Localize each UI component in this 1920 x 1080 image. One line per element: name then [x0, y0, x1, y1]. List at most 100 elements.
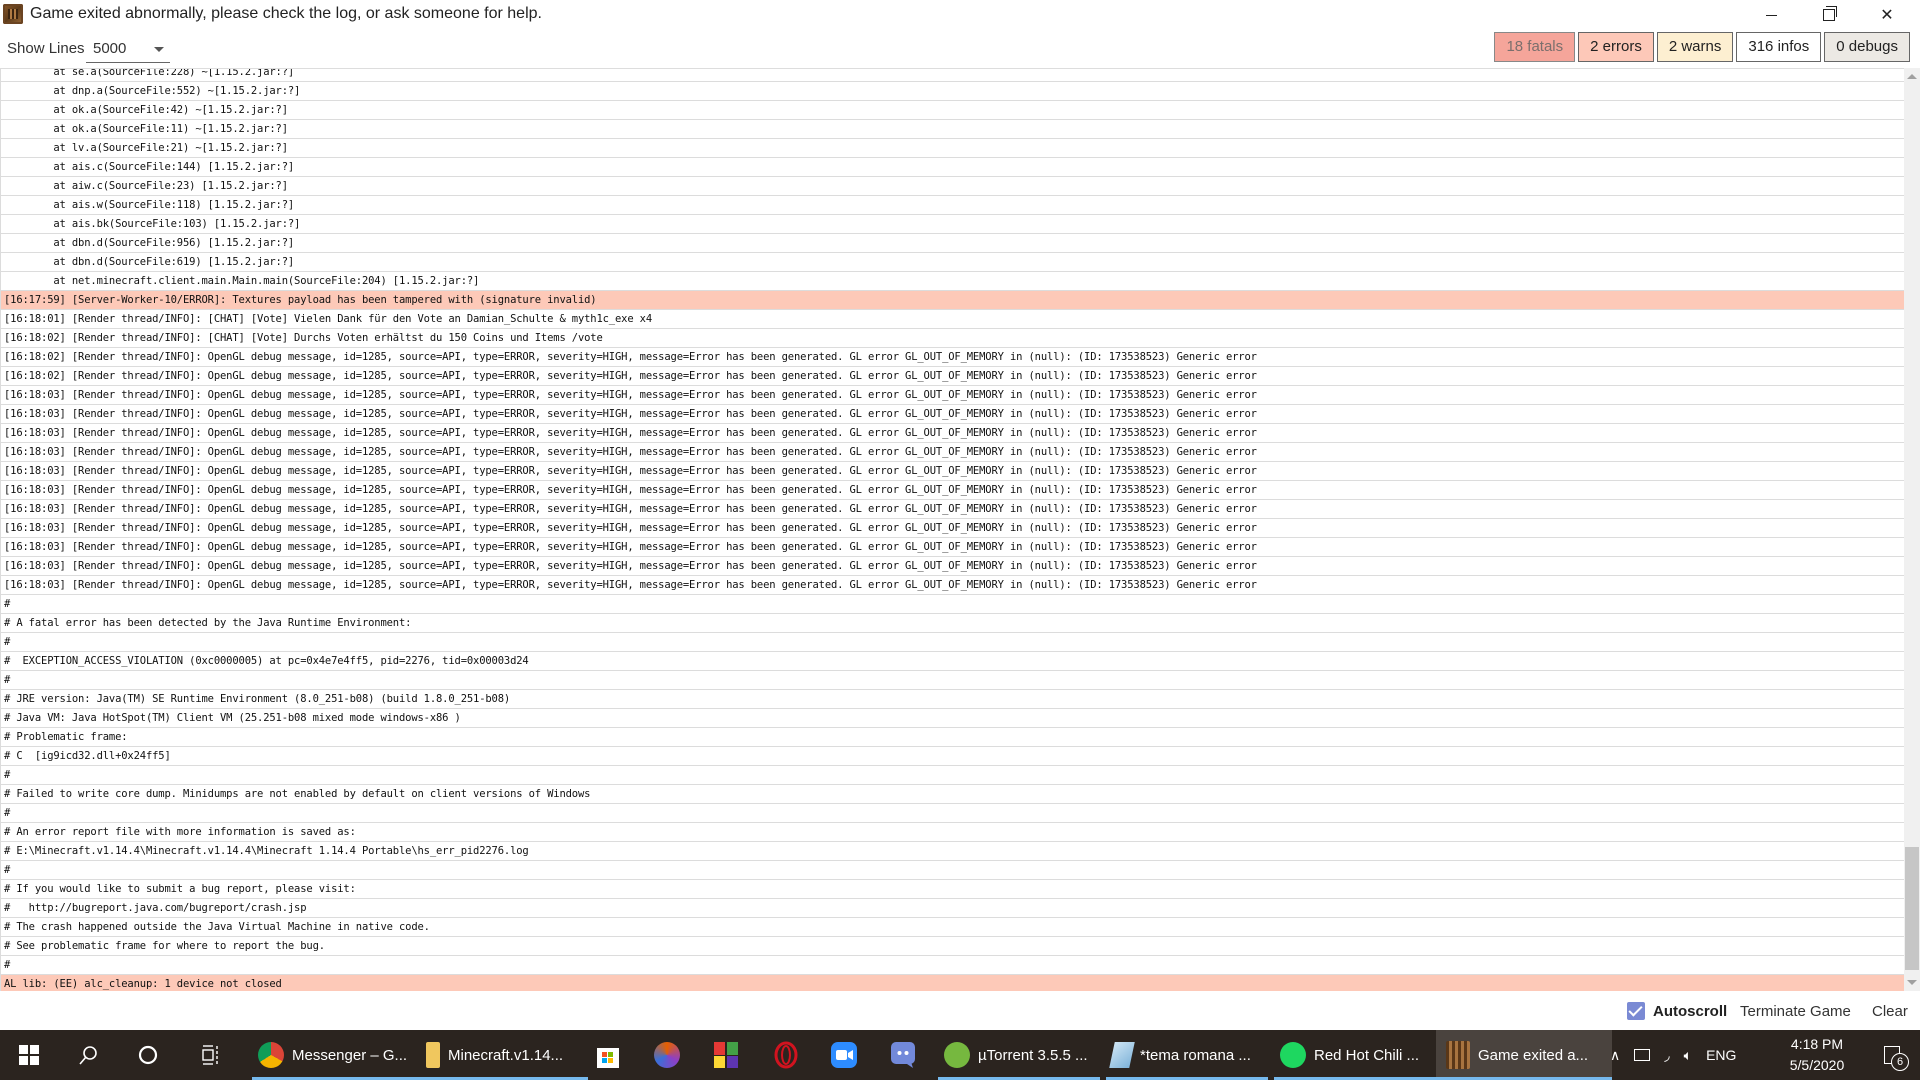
taskbar-app-spotify[interactable]: Red Hot Chili ... — [1274, 1030, 1436, 1080]
taskbar-app-minecraft-folder[interactable]: Minecraft.v1.14... — [420, 1030, 588, 1080]
task-view-button[interactable] — [186, 1030, 234, 1080]
log-line: # An error report file with more informa… — [0, 823, 1904, 842]
minimize-button[interactable] — [1748, 0, 1794, 30]
log-line: at ais.c(SourceFile:144) [1.15.2.jar:?] — [0, 158, 1904, 177]
close-button[interactable]: ✕ — [1864, 0, 1910, 30]
restore-icon — [1823, 6, 1837, 21]
scrollbar-thumb[interactable] — [1905, 847, 1919, 970]
show-hidden-icons-chevron-icon[interactable]: ∧ — [1610, 1047, 1620, 1064]
log-line: # — [0, 804, 1904, 823]
taskbar-discord[interactable] — [879, 1030, 927, 1080]
windows-taskbar: Messenger – G... Minecraft.v1.14... µTor… — [0, 1030, 1920, 1080]
wifi-icon[interactable]: ◞ — [1664, 1047, 1669, 1064]
taskbar-firefox-like-browser[interactable] — [643, 1030, 691, 1080]
log-line: at dbn.d(SourceFile:619) [1.15.2.jar:?] — [0, 253, 1904, 272]
taskbar-app-label: Minecraft.v1.14... — [448, 1046, 564, 1064]
show-lines-label: Show Lines — [7, 40, 85, 57]
log-line: at se.a(SourceFile:228) ~[1.15.2.jar:?] — [0, 69, 1904, 82]
errors-filter-button[interactable]: 2 errors — [1578, 32, 1654, 62]
browser-icon — [654, 1042, 680, 1068]
autoscroll-label: Autoscroll — [1653, 1002, 1728, 1020]
log-line: [16:18:03] [Render thread/INFO]: OpenGL … — [0, 386, 1904, 405]
log-line: at dbn.d(SourceFile:956) [1.15.2.jar:?] — [0, 234, 1904, 253]
volume-icon[interactable]: 🔈︎ — [1684, 1047, 1692, 1064]
show-lines-dropdown[interactable]: 5000 — [86, 34, 170, 63]
log-line: # A fatal error has been detected by the… — [0, 614, 1904, 633]
fatals-filter-button[interactable]: 18 fatals — [1494, 32, 1576, 62]
taskbar-opera[interactable] — [762, 1030, 810, 1080]
clock-date: 5/5/2020 — [1789, 1057, 1845, 1073]
log-line: [16:18:01] [Render thread/INFO]: [CHAT] … — [0, 310, 1904, 329]
log-line: [16:18:03] [Render thread/INFO]: OpenGL … — [0, 557, 1904, 576]
notification-icon: 6 — [1884, 1046, 1909, 1071]
infos-filter-button[interactable]: 316 infos — [1736, 32, 1822, 62]
discord-icon — [891, 1042, 915, 1068]
log-line: [16:18:02] [Render thread/INFO]: [CHAT] … — [0, 329, 1904, 348]
log-line: at ok.a(SourceFile:11) ~[1.15.2.jar:?] — [0, 120, 1904, 139]
notification-count: 6 — [1891, 1053, 1909, 1071]
log-line: # Problematic frame: — [0, 728, 1904, 747]
log-line: # EXCEPTION_ACCESS_VIOLATION (0xc0000005… — [0, 652, 1904, 671]
autoscroll-checkbox[interactable]: Autoscroll — [1627, 1002, 1727, 1020]
log-line: [16:18:03] [Render thread/INFO]: OpenGL … — [0, 481, 1904, 500]
debugs-filter-button[interactable]: 0 debugs — [1824, 32, 1910, 62]
log-line: at net.minecraft.client.main.Main.main(S… — [0, 272, 1904, 291]
log-line: # If you would like to submit a bug repo… — [0, 880, 1904, 899]
log-line: # — [0, 671, 1904, 690]
cortana-button[interactable] — [124, 1030, 172, 1080]
minecraft-launcher-icon — [1446, 1041, 1470, 1069]
log-line: [16:18:03] [Render thread/INFO]: OpenGL … — [0, 538, 1904, 557]
minecraft-crafting-table-icon — [3, 4, 23, 24]
log-line: # http://bugreport.java.com/bugreport/cr… — [0, 899, 1904, 918]
taskbar-colorful-app[interactable] — [702, 1030, 750, 1080]
log-line-error: AL lib: (EE) alc_cleanup: 1 device not c… — [0, 975, 1904, 992]
log-line: # — [0, 595, 1904, 614]
log-line: [16:18:03] [Render thread/INFO]: OpenGL … — [0, 576, 1904, 595]
clock-time: 4:18 PM — [1790, 1036, 1844, 1052]
warns-filter-button[interactable]: 2 warns — [1656, 32, 1734, 62]
log-line: # E:\Minecraft.v1.14.4\Minecraft.v1.14.4… — [0, 842, 1904, 861]
app-grid-icon — [714, 1042, 738, 1068]
scroll-down-arrow-icon[interactable] — [1907, 980, 1917, 985]
minimize-icon — [1765, 14, 1777, 16]
taskbar-app-utorrent[interactable]: µTorrent 3.5.5 ... — [938, 1030, 1100, 1080]
windows-logo-icon — [19, 1045, 39, 1065]
log-line: at aiw.c(SourceFile:23) [1.15.2.jar:?] — [0, 177, 1904, 196]
checkbox-checked-icon[interactable] — [1627, 1002, 1645, 1020]
log-view[interactable]: at se.a(SourceFile:228) ~[1.15.2.jar:?] … — [0, 68, 1904, 992]
taskbar-microsoft-store[interactable] — [584, 1030, 632, 1080]
taskbar-app-messenger[interactable]: Messenger – G... — [252, 1030, 420, 1080]
title-bar: Game exited abnormally, please check the… — [0, 0, 1920, 30]
clear-button[interactable]: Clear — [1872, 1003, 1908, 1020]
battery-icon[interactable] — [1634, 1049, 1651, 1061]
log-line: at ok.a(SourceFile:42) ~[1.15.2.jar:?] — [0, 101, 1904, 120]
log-line: at dnp.a(SourceFile:552) ~[1.15.2.jar:?] — [0, 82, 1904, 101]
log-line: [16:18:02] [Render thread/INFO]: OpenGL … — [0, 348, 1904, 367]
action-center-button[interactable]: 6 — [1868, 1030, 1916, 1080]
log-line-error: [16:17:59] [Server-Worker-10/ERROR]: Tex… — [0, 291, 1904, 310]
log-line: [16:18:03] [Render thread/INFO]: OpenGL … — [0, 443, 1904, 462]
log-scrollbar[interactable] — [1904, 68, 1920, 991]
system-tray: ∧ ◞ 🔈︎ ENG — [1610, 1030, 1736, 1080]
taskbar-app-game-launcher[interactable]: Game exited a... — [1436, 1030, 1612, 1080]
clock[interactable]: 4:18 PM 5/5/2020 — [1777, 1034, 1857, 1076]
zoom-icon — [831, 1042, 857, 1068]
taskbar-zoom[interactable] — [820, 1030, 868, 1080]
restore-button[interactable] — [1806, 0, 1852, 30]
scroll-up-arrow-icon[interactable] — [1907, 74, 1917, 79]
start-button[interactable] — [0, 1030, 58, 1080]
log-line: [16:18:03] [Render thread/INFO]: OpenGL … — [0, 500, 1904, 519]
log-line: # — [0, 956, 1904, 975]
taskbar-app-label: Red Hot Chili ... — [1314, 1046, 1420, 1064]
language-indicator[interactable]: ENG — [1706, 1047, 1736, 1063]
log-line: at lv.a(SourceFile:21) ~[1.15.2.jar:?] — [0, 139, 1904, 158]
cortana-icon — [138, 1045, 158, 1065]
terminate-game-button[interactable]: Terminate Game — [1740, 1003, 1851, 1020]
log-line: # JRE version: Java(TM) SE Runtime Envir… — [0, 690, 1904, 709]
taskbar-app-label: Messenger – G... — [292, 1046, 408, 1064]
folder-icon — [426, 1042, 440, 1068]
search-button[interactable] — [64, 1030, 112, 1080]
log-toolbar: Show Lines 5000 18 fatals 2 errors 2 war… — [0, 30, 1920, 68]
taskbar-app-notepad[interactable]: *tema romana ... — [1106, 1030, 1268, 1080]
log-line: # — [0, 861, 1904, 880]
